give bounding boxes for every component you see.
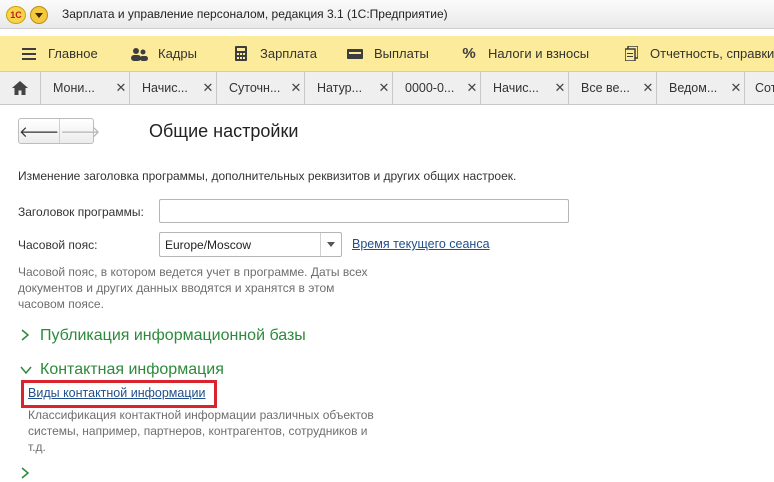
window-tab[interactable]: Начис... ✕ <box>481 72 569 104</box>
tab-label: Начис... <box>142 81 188 95</box>
section-label: Налоги и взносы <box>488 46 590 61</box>
sections-panel: Главное Кадры Зарплата Выплаты % Налоги … <box>0 36 774 72</box>
session-time-link[interactable]: Время текущего сеанса <box>352 237 490 251</box>
app-logo-icon: 1С <box>6 6 26 24</box>
close-icon[interactable]: ✕ <box>552 80 568 96</box>
group-title: Публикация информационной базы <box>40 327 306 344</box>
window-tab[interactable]: Натур... ✕ <box>305 72 393 104</box>
forward-arrow-icon[interactable]: 🡒 <box>59 119 100 143</box>
window-tab[interactable]: Суточн... ✕ <box>217 72 305 104</box>
section-label: Выплаты <box>374 46 429 61</box>
percent-icon: % <box>462 45 476 62</box>
tab-label: Ведом... <box>669 81 718 95</box>
highlight-frame <box>21 380 217 408</box>
intro-text: Изменение заголовка программы, дополните… <box>18 169 517 183</box>
window-title: Зарплата и управление персоналом, редакц… <box>62 7 448 21</box>
section-taxes[interactable]: % Налоги и взносы <box>460 36 589 71</box>
tab-label: Мони... <box>53 81 95 95</box>
close-icon[interactable]: ✕ <box>376 80 392 96</box>
desc-line: документов и других данных вводятся и хр… <box>18 281 335 295</box>
window-tab[interactable]: Ведом... ✕ <box>657 72 745 104</box>
history-nav: 🡐 🡒 <box>18 118 100 144</box>
home-tab[interactable] <box>0 72 41 104</box>
tab-label: Суточн... <box>229 81 281 95</box>
contact-description: Классификация контактной информации разл… <box>28 407 374 455</box>
section-label: Кадры <box>158 46 197 61</box>
desc-line: т.д. <box>28 440 46 454</box>
program-title-input[interactable] <box>159 199 569 223</box>
section-main[interactable]: Главное <box>20 36 98 71</box>
close-icon[interactable]: ✕ <box>640 80 656 96</box>
tab-label: Все ве... <box>581 81 630 95</box>
people-icon <box>130 46 148 62</box>
title-bar: 1С Зарплата и управление персоналом, ред… <box>0 0 774 29</box>
open-windows-bar: Мони... ✕ Начис... ✕ Суточн... ✕ Натур... ✕ … <box>0 72 774 105</box>
section-label: Отчетность, справки <box>650 46 774 61</box>
close-icon[interactable]: ✕ <box>464 80 480 96</box>
timezone-label: Часовой пояс: <box>18 238 98 252</box>
tab-label: Сот <box>755 81 774 95</box>
window-tab[interactable]: Сот <box>745 72 774 104</box>
page-title: Общие настройки <box>149 121 299 141</box>
tab-label: Начис... <box>493 81 539 95</box>
section-label: Зарплата <box>260 46 317 61</box>
home-icon <box>12 81 28 95</box>
section-salary[interactable]: Зарплата <box>232 36 317 71</box>
section-label: Главное <box>48 46 98 61</box>
section-payments[interactable]: Выплаты <box>346 36 429 71</box>
window-tab[interactable]: Начис... ✕ <box>130 72 217 104</box>
chevron-down-icon[interactable] <box>320 233 341 256</box>
desc-line: часовом поясе. <box>18 297 104 311</box>
desc-line: Часовой пояс, в котором ведется учет в п… <box>18 265 368 279</box>
desc-line: Классификация контактной информации разл… <box>28 408 374 422</box>
group-contact-info[interactable]: Контактная информация <box>20 361 224 379</box>
window-tab[interactable]: 0000-0... ✕ <box>393 72 481 104</box>
chevron-right-icon <box>20 466 36 482</box>
wallet-icon <box>346 46 364 62</box>
group-next-partial[interactable] <box>20 466 40 482</box>
timezone-value: Europe/Moscow <box>165 238 252 252</box>
timezone-select[interactable]: Europe/Moscow <box>159 232 342 257</box>
tab-label: Натур... <box>317 81 363 95</box>
reports-icon <box>622 46 640 62</box>
close-icon[interactable]: ✕ <box>288 80 304 96</box>
hamburger-icon <box>20 46 38 62</box>
close-icon[interactable]: ✕ <box>728 80 744 96</box>
calculator-icon <box>232 46 250 62</box>
close-icon[interactable]: ✕ <box>113 80 129 96</box>
program-title-label: Заголовок программы: <box>18 205 144 219</box>
window-tab[interactable]: Мони... ✕ <box>41 72 130 104</box>
back-arrow-icon[interactable]: 🡐 <box>19 119 59 143</box>
window-tab[interactable]: Все ве... ✕ <box>569 72 657 104</box>
main-menu-button[interactable] <box>30 6 48 24</box>
timezone-description: Часовой пояс, в котором ведется учет в п… <box>18 264 367 312</box>
chevron-down-icon <box>20 362 36 378</box>
tab-label: 0000-0... <box>405 81 455 95</box>
group-title: Контактная информация <box>40 361 224 378</box>
close-icon[interactable]: ✕ <box>200 80 216 96</box>
section-personnel[interactable]: Кадры <box>130 36 197 71</box>
section-reports[interactable]: Отчетность, справки <box>622 36 774 71</box>
group-publication[interactable]: Публикация информационной базы <box>20 327 306 345</box>
desc-line: системы, например, партнеров, контрагент… <box>28 424 368 438</box>
chevron-right-icon <box>20 328 36 344</box>
